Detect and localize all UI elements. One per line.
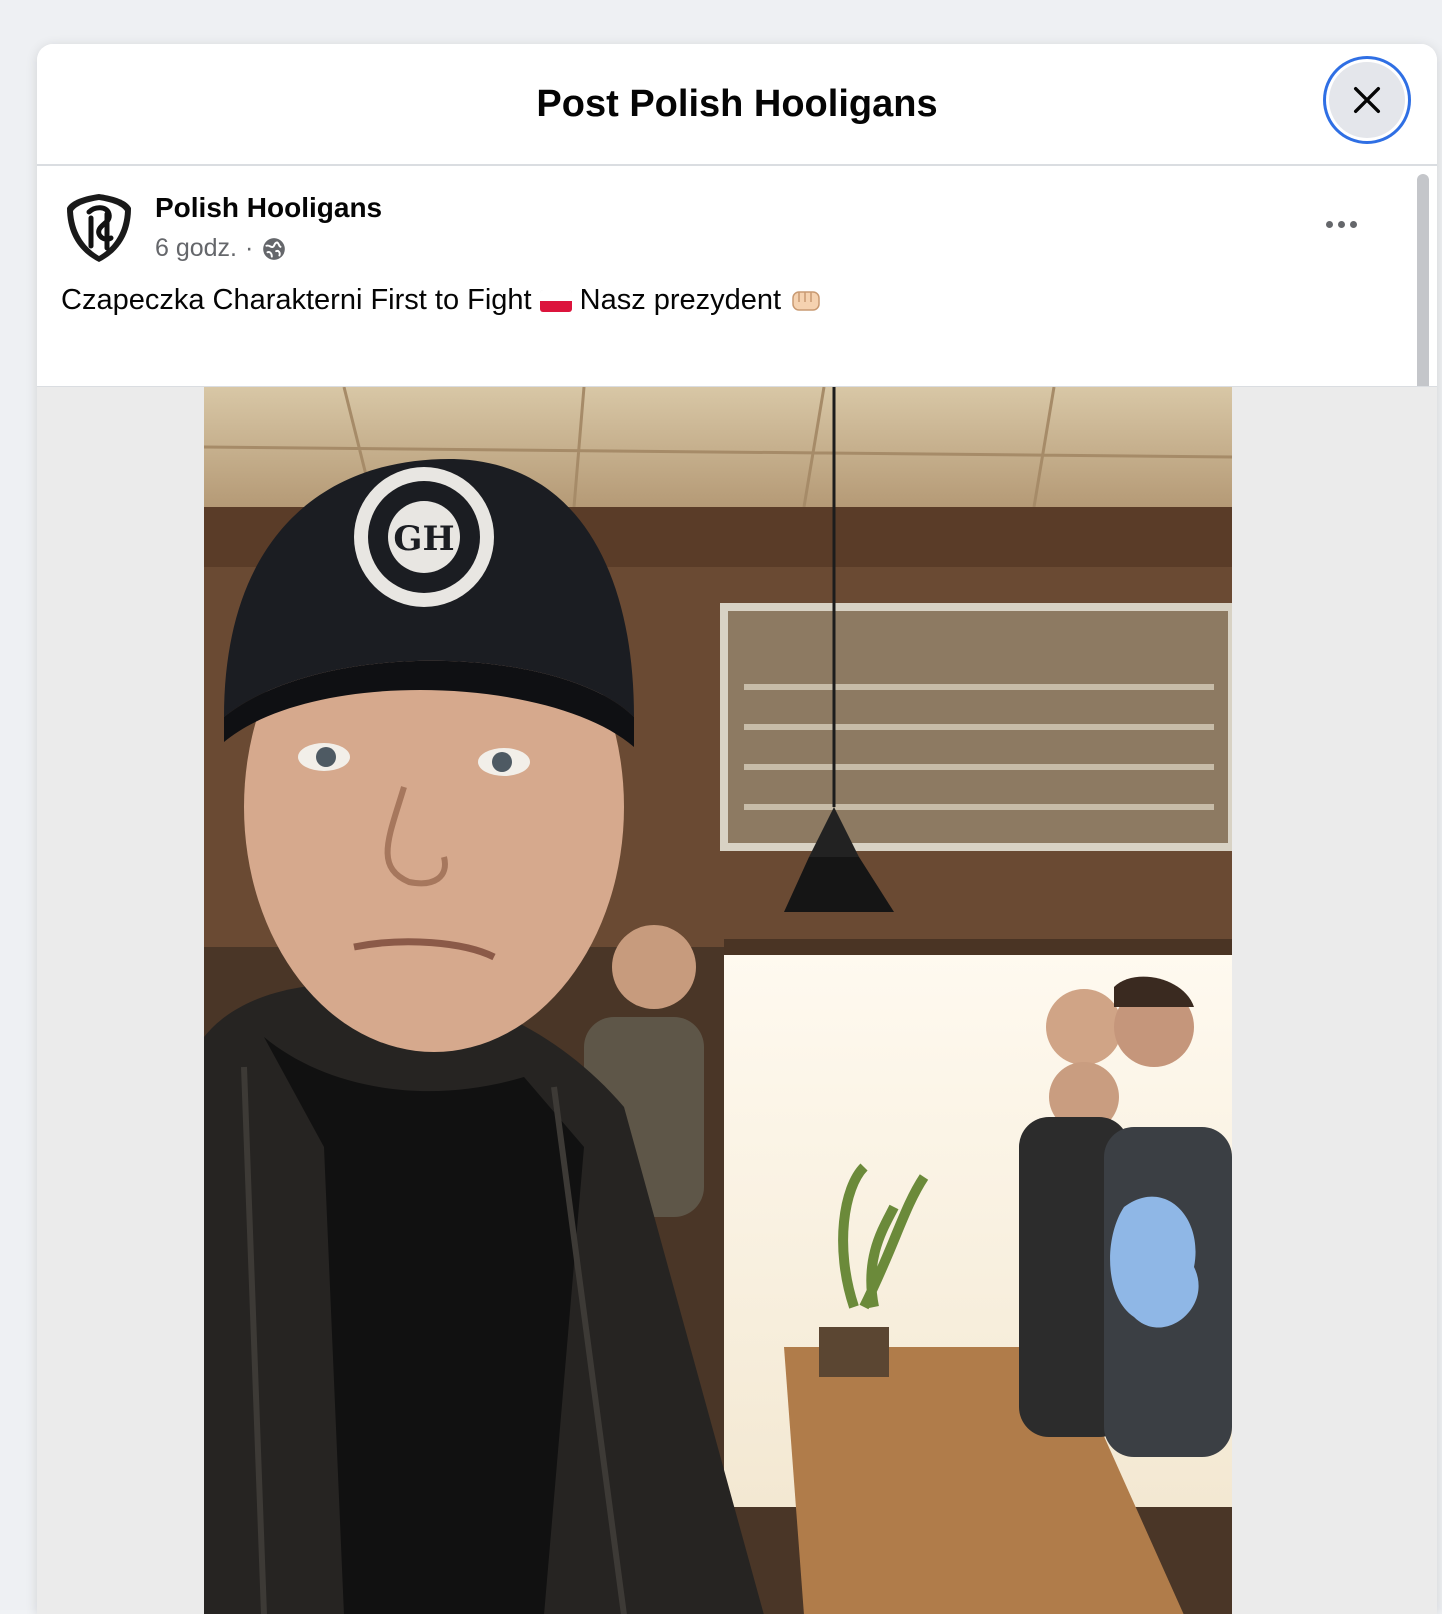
meta-separator: ·: [245, 234, 254, 262]
close-icon: [1353, 86, 1381, 114]
post-text-part2: Nasz prezydent: [579, 284, 782, 316]
post-meta: 6 godz. ·: [155, 234, 287, 263]
post-text: Czapeczka Charakterni First to Fight Nas…: [61, 284, 823, 317]
more-options-button[interactable]: [1317, 206, 1365, 242]
more-options-dot: [1349, 220, 1357, 228]
post-timestamp[interactable]: 6 godz.: [155, 234, 237, 263]
post-video[interactable]: GH: [204, 387, 1232, 1614]
post-text-part1: Czapeczka Charakterni First to Fight: [61, 284, 532, 316]
post-modal: Post Polish Hooligans Polish Hooligans 6…: [37, 44, 1437, 1614]
media-area: GH: [37, 386, 1437, 1614]
more-options-icon: [1325, 220, 1333, 228]
video-frame: GH: [204, 387, 1232, 1614]
page-avatar[interactable]: [61, 190, 137, 266]
page-name-link[interactable]: Polish Hooligans: [155, 192, 382, 224]
more-options-dot: [1337, 220, 1345, 228]
globe-icon[interactable]: [261, 236, 287, 262]
cap-logo-text: GH: [393, 519, 454, 559]
modal-header: Post Polish Hooligans: [37, 44, 1437, 166]
close-button[interactable]: [1329, 62, 1405, 138]
polish-flag-icon: [539, 289, 572, 312]
fist-icon: [789, 286, 823, 316]
hooligans-logo-icon: [67, 194, 131, 262]
post-scroll-area[interactable]: Polish Hooligans 6 godz. · Czapeczka Cha…: [37, 166, 1437, 1614]
modal-title: Post Polish Hooligans: [536, 83, 938, 125]
